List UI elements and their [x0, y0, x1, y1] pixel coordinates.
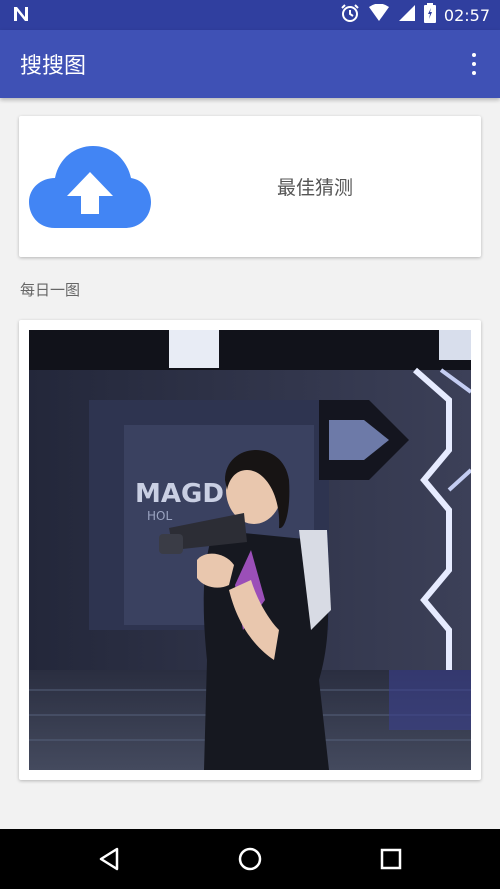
back-icon[interactable]	[95, 844, 125, 874]
best-guess-label: 最佳猜测	[276, 177, 353, 199]
status-time: 02:57	[443, 5, 490, 25]
status-bar: 02:57	[0, 0, 500, 30]
svg-text:MAGD: MAGD	[135, 479, 224, 509]
upload-card[interactable]: 最佳猜测	[19, 116, 481, 257]
wifi-icon	[368, 3, 390, 26]
app-title: 搜搜图	[20, 54, 87, 79]
daily-photo[interactable]: MAGD HOL	[29, 330, 471, 770]
notification-n-icon	[12, 5, 30, 28]
svg-text:HOL: HOL	[147, 509, 172, 523]
recents-icon[interactable]	[376, 844, 406, 874]
system-nav-bar	[0, 829, 500, 889]
app-bar: 搜搜图	[0, 30, 500, 98]
daily-photo-card[interactable]: MAGD HOL	[19, 320, 481, 780]
home-icon[interactable]	[235, 844, 265, 874]
cloud-upload-icon	[29, 146, 151, 228]
signal-icon	[398, 4, 416, 26]
more-vert-icon[interactable]	[462, 50, 486, 78]
daily-image-label: 每日一图	[20, 281, 81, 299]
alarm-icon	[340, 3, 360, 27]
battery-icon	[423, 3, 436, 27]
